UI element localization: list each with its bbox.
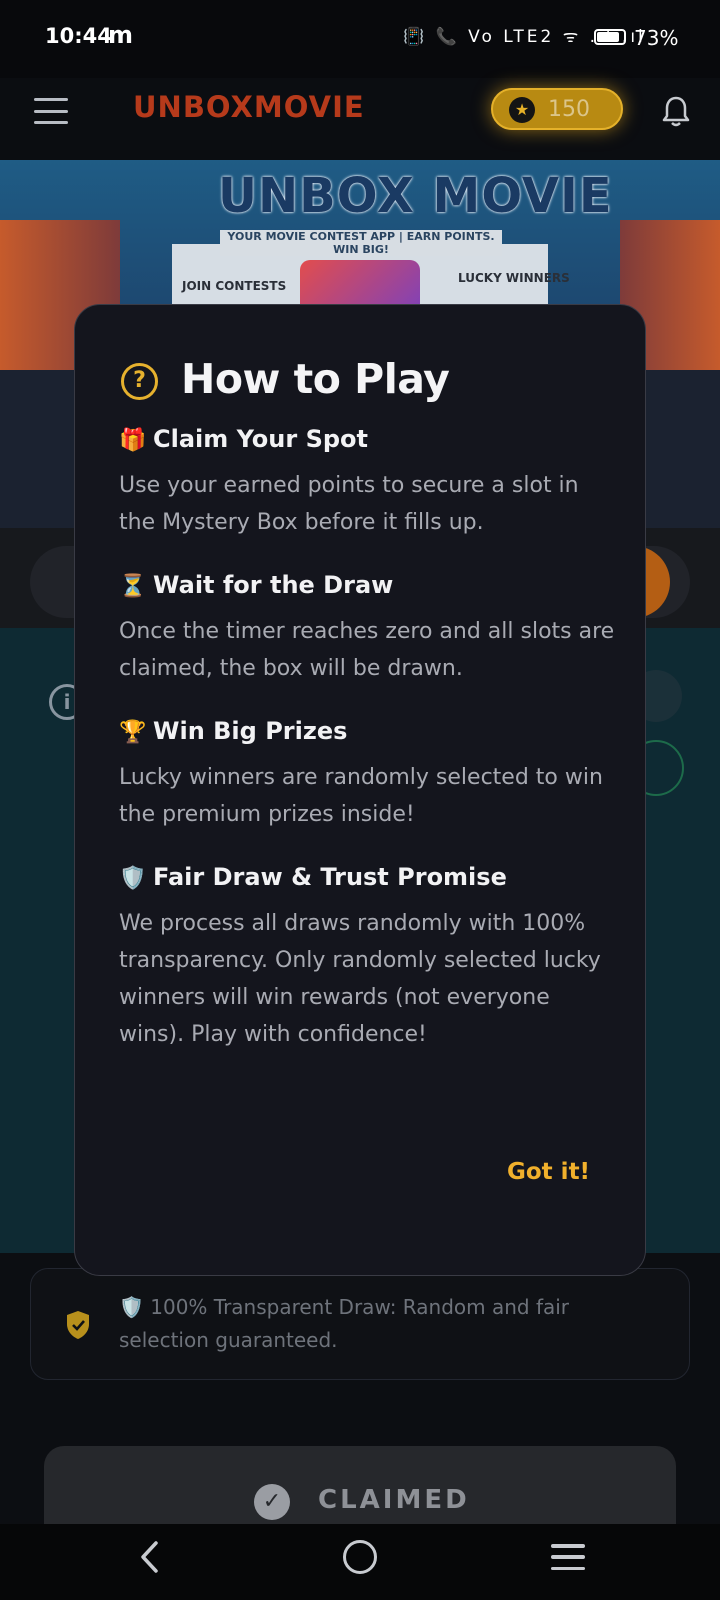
points-badge[interactable]: ★ 150 bbox=[491, 88, 623, 130]
rule-heading: 🎁 Claim Your Spot bbox=[119, 425, 619, 463]
banner-title: UNBOX MOVIE bbox=[218, 168, 613, 224]
status-bar: 10:44 m 📳 📞 Vo LTE2 ᯤ .ıl .ıl 73% bbox=[0, 0, 720, 78]
home-icon[interactable] bbox=[343, 1540, 377, 1574]
shield-emoji-icon: 🛡️ bbox=[119, 866, 147, 891]
rule-heading-text: Win Big Prizes bbox=[153, 717, 348, 745]
points-value: 150 bbox=[548, 97, 590, 122]
bell-icon[interactable] bbox=[661, 95, 691, 129]
how-to-play-dialog: ? How to Play 🎁 Claim Your Spot Use your … bbox=[74, 304, 646, 1276]
system-nav-bar bbox=[0, 1524, 720, 1600]
battery-percent: 73% bbox=[634, 26, 679, 50]
rule-heading-text: Claim Your Spot bbox=[153, 425, 368, 453]
trophy-icon: 🏆 bbox=[119, 720, 147, 745]
banner-subtitle: YOUR MOVIE CONTEST APP | EARN POINTS. WI… bbox=[220, 230, 502, 256]
help-icon: ? bbox=[121, 363, 158, 400]
rule-body: Lucky winners are randomly selected to w… bbox=[119, 765, 603, 827]
shield-icon bbox=[67, 1311, 89, 1339]
rule-heading-text: Wait for the Draw bbox=[153, 571, 394, 599]
banner-join-label: JOIN CONTESTS bbox=[182, 279, 287, 293]
banner-lucky-label: LUCKY WINNERS bbox=[458, 271, 570, 285]
star-icon: ★ bbox=[509, 97, 535, 123]
rule-heading-text: Fair Draw & Trust Promise bbox=[153, 863, 507, 891]
rule-body: Use your earned points to secure a slot … bbox=[119, 473, 579, 535]
trust-notice: 🛡️ 100% Transparent Draw: Random and fai… bbox=[30, 1268, 690, 1380]
hourglass-icon: ⏳ bbox=[119, 574, 147, 599]
rule-body: Once the timer reaches zero and all slot… bbox=[119, 619, 615, 681]
rule-heading: ⏳ Wait for the Draw bbox=[119, 571, 619, 609]
claimed-label: CLAIMED bbox=[318, 1485, 470, 1515]
trust-notice-text: 🛡️ 100% Transparent Draw: Random and fai… bbox=[119, 1295, 570, 1352]
dialog-title: How to Play bbox=[181, 355, 450, 403]
check-icon: ✓ bbox=[254, 1484, 290, 1520]
gift-icon: 🎁 bbox=[119, 428, 147, 453]
rule-heading: 🏆 Win Big Prizes bbox=[119, 717, 619, 755]
menu-icon[interactable] bbox=[34, 98, 68, 124]
rule-section-claim: 🎁 Claim Your Spot Use your earned points … bbox=[119, 425, 619, 541]
carrier-icon: m bbox=[108, 21, 134, 49]
status-time: 10:44 bbox=[45, 24, 112, 48]
rule-section-fair: 🛡️ Fair Draw & Trust Promise We process a… bbox=[119, 863, 619, 1053]
rule-section-wait: ⏳ Wait for the Draw Once the timer reache… bbox=[119, 571, 619, 687]
battery-icon bbox=[594, 29, 626, 45]
back-icon[interactable] bbox=[138, 1540, 162, 1574]
app-title: UNBOXMOVIE bbox=[133, 90, 365, 124]
got-it-button[interactable]: Got it! bbox=[507, 1159, 590, 1185]
rule-body: We process all draws randomly with 100% … bbox=[119, 911, 601, 1047]
app-header: UNBOXMOVIE ★ 150 bbox=[0, 78, 720, 160]
rule-section-win: 🏆 Win Big Prizes Lucky winners are random… bbox=[119, 717, 619, 833]
rule-heading: 🛡️ Fair Draw & Trust Promise bbox=[119, 863, 619, 901]
recents-icon[interactable] bbox=[551, 1544, 585, 1570]
